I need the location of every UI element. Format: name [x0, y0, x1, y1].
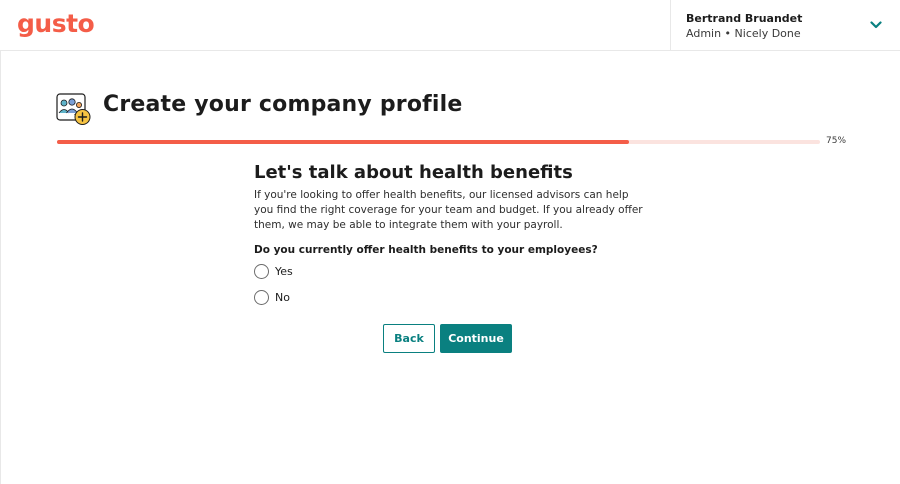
question-label: Do you currently offer health benefits t… — [254, 244, 598, 256]
radio-label-no: No — [275, 290, 290, 304]
back-button[interactable]: Back — [383, 324, 435, 353]
progress-bar-fill — [57, 140, 630, 144]
content-border — [0, 51, 1, 484]
radio-option-no[interactable]: No — [254, 289, 290, 305]
progress-bar — [57, 140, 820, 144]
user-name: Bertrand Bruandet — [686, 12, 803, 25]
gusto-logo[interactable]: gusto — [17, 9, 95, 38]
top-bar: gusto Bertrand Bruandet Admin • Nicely D… — [0, 0, 900, 51]
user-role-company: Admin • Nicely Done — [686, 27, 801, 40]
radio-button-yes[interactable] — [254, 263, 269, 279]
section-description: If you're looking to offer health benefi… — [254, 189, 643, 231]
chevron-down-icon[interactable] — [870, 19, 882, 31]
page-title: Create your company profile — [103, 92, 463, 117]
company-team-add-icon — [56, 93, 91, 125]
progress-label: 75% — [826, 136, 847, 146]
radio-option-yes[interactable]: Yes — [254, 263, 293, 279]
section-title: Let's talk about health benefits — [254, 162, 573, 183]
radio-button-no[interactable] — [254, 289, 269, 305]
account-menu[interactable]: Bertrand Bruandet Admin • Nicely Done — [670, 0, 900, 51]
radio-label-yes: Yes — [275, 264, 293, 278]
continue-button[interactable]: Continue — [440, 324, 512, 353]
